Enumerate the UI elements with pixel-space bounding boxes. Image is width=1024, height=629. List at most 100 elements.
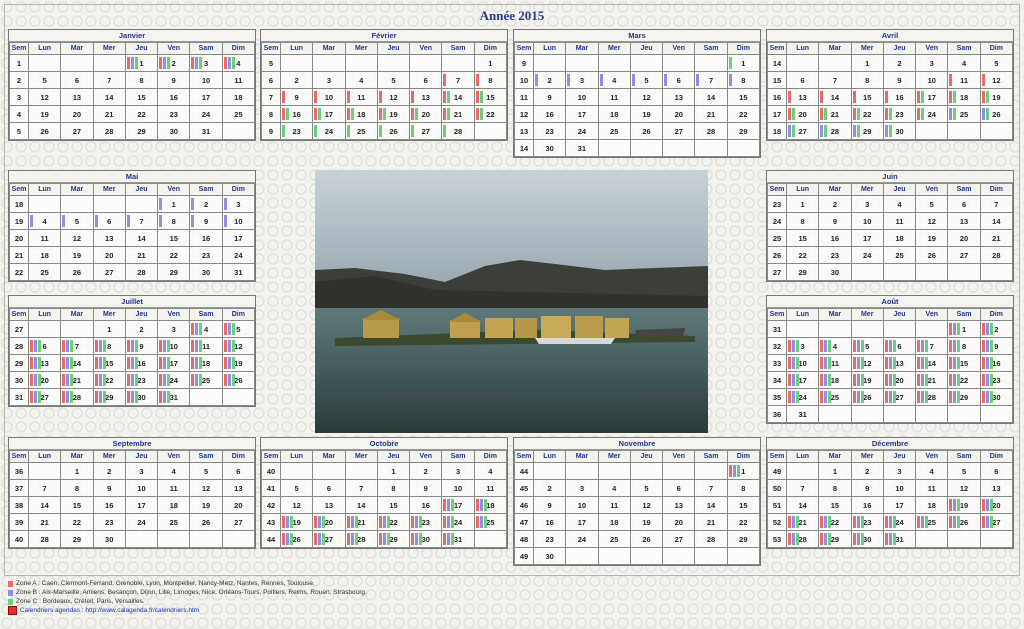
zone-a-bar bbox=[820, 374, 824, 386]
zone-c-bar bbox=[860, 357, 864, 369]
day-number: 22 bbox=[72, 517, 82, 527]
empty-day-cell bbox=[662, 547, 696, 565]
day-cell: 30 bbox=[409, 530, 443, 548]
day-number: 16 bbox=[169, 92, 178, 102]
holiday-zone-bars bbox=[94, 374, 106, 386]
week-number: 44 bbox=[261, 530, 281, 548]
zone-a-bar bbox=[949, 340, 953, 352]
month-title: Novembre bbox=[514, 438, 760, 450]
day-number: 30 bbox=[201, 267, 211, 277]
day-cell: 16 bbox=[409, 496, 443, 514]
month-table: Sem Lun Mar Mer Jeu Ven Sam Dim 27 1 2 3 4 5 28 6 7 8 9 10 1… bbox=[9, 308, 256, 406]
week-number: 44 bbox=[514, 462, 534, 480]
day-number: 27 bbox=[234, 517, 243, 527]
day-number: 21 bbox=[992, 233, 1001, 243]
zone-a-bar bbox=[30, 374, 33, 386]
weekday-header: Sem bbox=[514, 450, 534, 463]
zone-b-bar bbox=[985, 499, 989, 511]
day-cell: 22 bbox=[818, 513, 852, 531]
zone-c-bar bbox=[451, 499, 455, 511]
holiday-zone-bars bbox=[820, 357, 832, 369]
day-number: 10 bbox=[577, 500, 587, 510]
day-cell: 8 bbox=[157, 212, 191, 230]
zone-c-bar bbox=[985, 108, 989, 120]
zone-b-bar bbox=[792, 533, 795, 545]
zone-b-bar bbox=[888, 391, 892, 403]
day-number: 20 bbox=[674, 109, 683, 119]
zone-a-bar bbox=[981, 391, 985, 403]
zone-a-bar bbox=[191, 340, 195, 352]
day-cell: 22 bbox=[785, 246, 820, 264]
day-number: 22 bbox=[389, 517, 398, 527]
week-number: 31 bbox=[767, 320, 787, 338]
day-cell: 12 bbox=[629, 496, 664, 514]
day-cell: 7 bbox=[60, 337, 94, 355]
day-number: 21 bbox=[798, 517, 807, 527]
weekday-header: Dim bbox=[726, 450, 761, 463]
zone-c-bar bbox=[860, 533, 864, 545]
day-cell: 12 bbox=[376, 88, 411, 106]
day-cell: 19 bbox=[915, 229, 949, 247]
day-cell: 29 bbox=[818, 530, 852, 548]
zone-b-bar bbox=[953, 340, 957, 352]
day-number: 6 bbox=[961, 199, 967, 209]
holiday-zone-bars bbox=[191, 340, 203, 352]
weekday-header: Mar bbox=[818, 308, 852, 321]
day-cell: 4 bbox=[157, 462, 191, 480]
day-cell: 15 bbox=[376, 496, 411, 514]
weekday-header: Dim bbox=[221, 42, 256, 55]
week-row: 27 29 30 bbox=[767, 263, 1014, 281]
zone-a-bar bbox=[884, 340, 888, 352]
weekday-header: Jeu bbox=[882, 450, 917, 463]
day-cell: 14 bbox=[694, 88, 728, 106]
zone-b-bar bbox=[985, 391, 989, 403]
week-row: 47 16 17 18 19 20 21 22 bbox=[514, 513, 761, 531]
zone-a-bar bbox=[223, 57, 227, 69]
day-number: 25 bbox=[357, 126, 366, 136]
day-number: 25 bbox=[40, 267, 49, 277]
day-number: 17 bbox=[453, 500, 463, 510]
day-cell: 30 bbox=[532, 547, 567, 565]
day-number: 19 bbox=[292, 517, 301, 527]
day-number: 9 bbox=[107, 483, 112, 493]
day-cell: 18 bbox=[915, 496, 949, 514]
empty-day-cell bbox=[785, 54, 820, 72]
zone-a-bar bbox=[981, 323, 985, 335]
day-cell: 9 bbox=[409, 479, 443, 497]
day-number: 2 bbox=[423, 466, 428, 476]
day-number: 12 bbox=[292, 500, 301, 510]
weekday-header: Lun bbox=[279, 450, 314, 463]
day-cell: 21 bbox=[979, 229, 1014, 247]
day-number: 10 bbox=[453, 483, 463, 493]
weekday-header: Mer bbox=[92, 450, 126, 463]
day-number: 9 bbox=[171, 75, 176, 85]
zone-c-bar bbox=[70, 340, 74, 352]
day-cell: 24 bbox=[850, 246, 884, 264]
zone-b-bar bbox=[981, 108, 985, 120]
week-row: 40 28 29 30 bbox=[9, 530, 256, 548]
week-number-label: 11 bbox=[520, 92, 528, 102]
empty-day-cell bbox=[850, 263, 884, 281]
day-cell: 2 bbox=[189, 195, 223, 213]
zone-b-bar bbox=[318, 516, 322, 528]
day-number: 26 bbox=[863, 392, 872, 402]
day-cell: 20 bbox=[60, 105, 94, 123]
footer-link[interactable]: Calendriers agendas : http://www.calagen… bbox=[20, 606, 199, 615]
week-number-label: 29 bbox=[14, 358, 24, 368]
holiday-zone-bars bbox=[475, 74, 479, 86]
day-cell: 28 bbox=[818, 122, 852, 140]
zone-c-bar bbox=[167, 374, 171, 386]
zone-a-bar bbox=[443, 91, 447, 103]
day-number: 25 bbox=[610, 126, 619, 136]
day-number: 5 bbox=[203, 466, 209, 476]
day-number: 9 bbox=[203, 216, 209, 226]
weekday-header: Lun bbox=[785, 308, 820, 321]
day-cell: 7 bbox=[27, 479, 62, 497]
day-number: 1 bbox=[171, 199, 176, 209]
day-cell: 21 bbox=[694, 105, 728, 123]
empty-day-cell bbox=[662, 139, 696, 157]
empty-day-cell bbox=[597, 54, 631, 72]
day-number: 11 bbox=[202, 341, 211, 351]
week-number-label: 16 bbox=[772, 92, 782, 102]
zone-a-bar bbox=[884, 516, 888, 528]
